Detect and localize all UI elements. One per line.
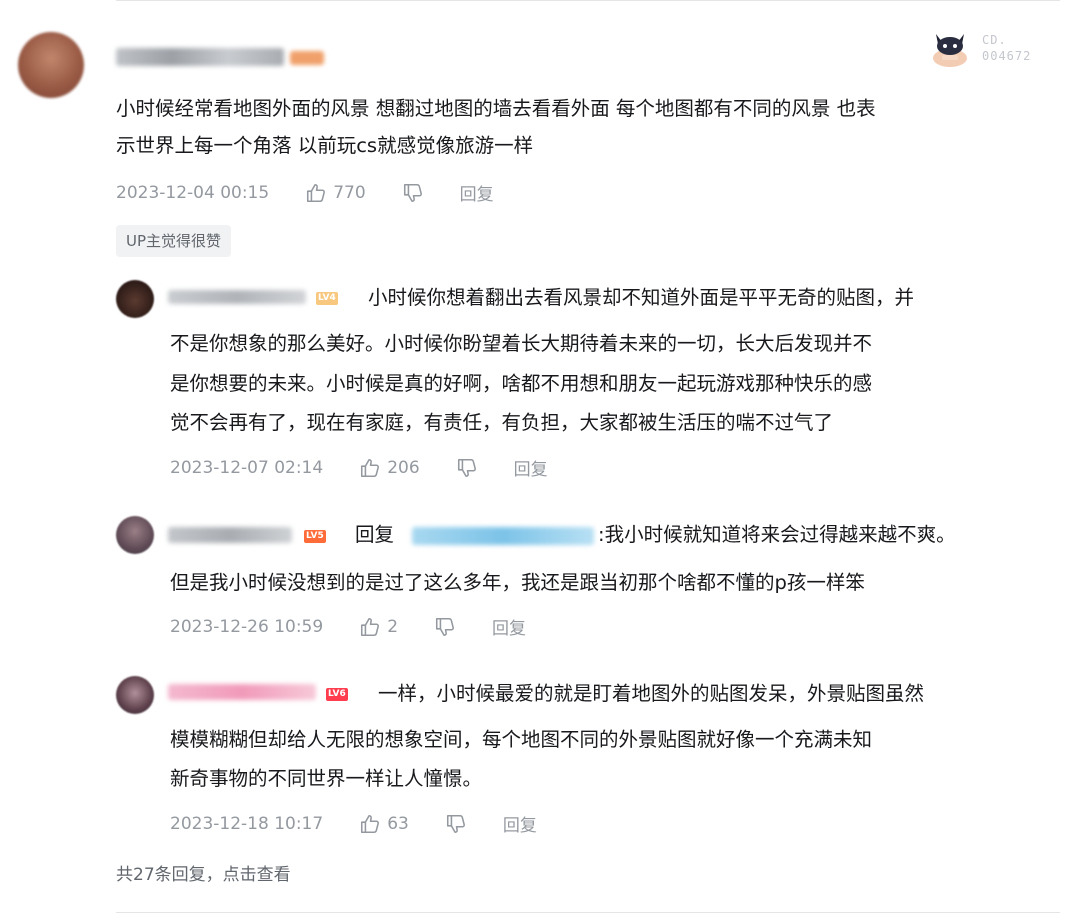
fan-badge-line1: CD. [982,33,1007,47]
fan-badge-number: CD. 004672 [982,32,1031,64]
like-button[interactable]: 206 [359,457,420,479]
reply-avatar[interactable] [116,516,154,554]
reply-text-line: 一样，小时候最爱的就是盯着地图外的贴图发呆，外景贴图虽然 [378,682,925,705]
reply-button[interactable]: 回复 [492,614,526,639]
dislike-button[interactable] [402,182,424,204]
reply-date: 2023-12-18 10:17 [170,813,324,834]
fan-badge-line2: 004672 [982,49,1032,63]
reply-username-blurred[interactable] [168,684,316,700]
reply-username-blurred[interactable] [168,527,292,543]
comment-text-line: 小时候经常看地图外面的风景 想翻过地图的墙去看看外面 每个地图都有不同的风景 也… [116,97,876,120]
reply-date: 2023-12-07 02:14 [170,457,324,478]
fan-badge-cat-icon[interactable] [928,28,972,68]
reply-meta: 2023-12-07 02:14 206 回复 [170,455,548,481]
like-count: 770 [333,182,366,203]
like-button[interactable]: 2 [359,616,398,638]
thumb-down-icon [436,617,455,636]
thumb-up-icon [307,183,326,202]
reply-text-line: 小时候你想着翻出去看风景却不知道外面是平平无奇的贴图，并 [368,286,915,309]
dislike-button[interactable] [434,616,456,638]
reply-meta: 2023-12-18 10:17 63 回复 [170,811,537,837]
reply-to-label: 回复 [355,523,395,546]
comment-date: 2023-12-04 00:15 [116,182,270,203]
level-badge: LV5 [304,530,326,543]
reply-avatar[interactable] [116,676,154,714]
reply-date: 2023-12-26 10:59 [170,616,324,637]
reply-text-line: 模模糊糊但却给人无限的想象空间，每个地图不同的外景贴图就好像一个充满未知 [170,728,873,751]
reply-text-line: 新奇事物的不同世界一样让人憧憬。 [170,767,483,790]
like-count: 2 [387,616,399,637]
thumb-down-icon [446,814,465,833]
reply-text-line: 是你想要的未来。小时候是真的好啊，啥都不用想和朋友一起玩游戏那种快乐的感 [170,372,873,395]
like-count: 206 [387,457,420,478]
top-divider [116,0,1060,1]
replied-user-mention-blurred[interactable] [412,527,594,545]
thumb-up-icon [361,458,380,477]
reply-text-line: :我小时候就知道将来会过得越来越不爽。 [598,523,956,546]
like-button[interactable]: 63 [359,813,409,835]
commenter-level-badge-blurred [290,51,324,65]
reply-meta: 2023-12-26 10:59 2 回复 [170,614,526,640]
thumb-up-icon [361,814,380,833]
level-badge: LV4 [316,292,338,305]
reply-button[interactable]: 回复 [503,811,537,836]
reply-text-line: 不是你想象的那么美好。小时候你盼望着长大期待着未来的一切，长大后发现并不 [170,332,873,355]
reply-avatar[interactable] [116,280,154,318]
thumb-down-icon [403,183,422,202]
dislike-button[interactable] [445,813,467,835]
reply-button[interactable]: 回复 [460,180,494,205]
comment-text-line: 示世界上每一个角落 以前玩cs就感觉像旅游一样 [116,134,534,157]
commenter-avatar[interactable] [18,32,84,98]
reply-text-line: 但是我小时候没想到的是过了这么多年，我还是跟当初那个啥都不懂的p孩一样笨 [170,571,865,594]
like-button[interactable]: 770 [305,182,366,204]
reply-text-line: 觉不会再有了，现在有家庭，有责任，有负担，大家都被生活压的喘不过气了 [170,411,834,434]
dislike-button[interactable] [456,457,478,479]
level-badge: LV6 [326,688,348,701]
reply-username-blurred[interactable] [168,290,306,304]
like-count: 63 [387,813,409,834]
thumb-up-icon [361,617,380,636]
view-more-replies-link[interactable]: 共27条回复，点击查看 [116,860,291,885]
commenter-username-blurred[interactable] [116,48,284,66]
up-liked-badge: UP主觉得很赞 [116,225,232,257]
thumb-down-icon [457,458,476,477]
bottom-divider [116,912,1060,913]
reply-button[interactable]: 回复 [514,455,548,480]
comment-meta: 2023-12-04 00:15 770 回复 [116,180,494,206]
